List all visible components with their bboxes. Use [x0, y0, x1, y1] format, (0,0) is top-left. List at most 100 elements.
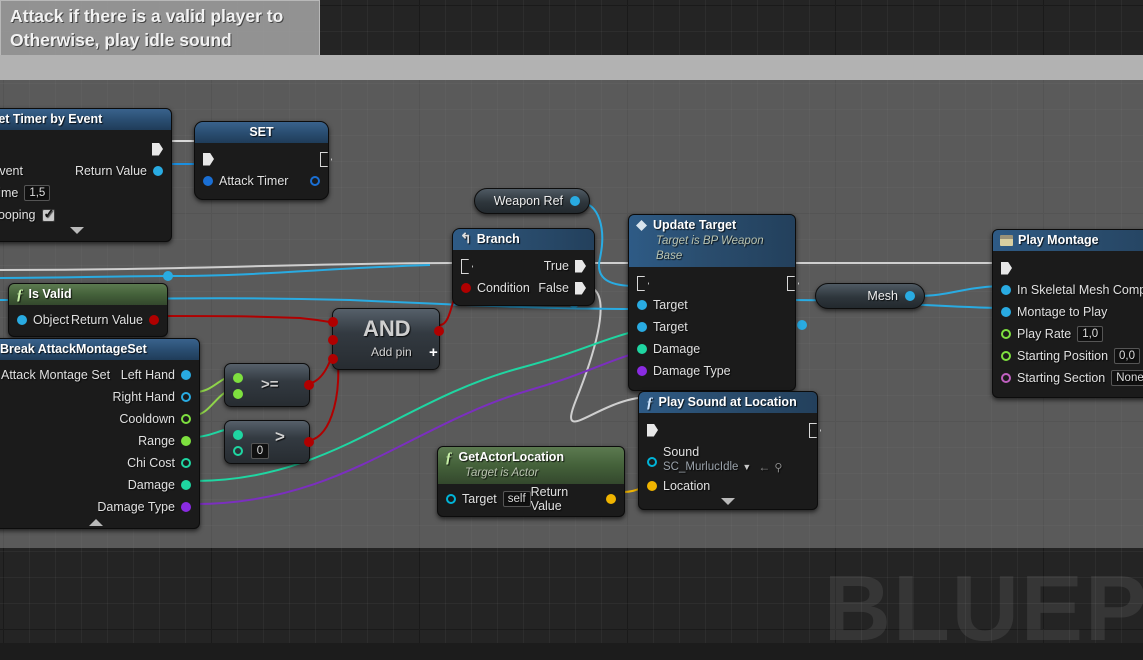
pin-chi-cost[interactable]: [181, 458, 191, 468]
node-row-variable[interactable]: Attack Timer: [195, 170, 328, 192]
pin-gt-a[interactable]: [233, 430, 243, 440]
node-header[interactable]: SET: [195, 122, 328, 143]
node-header[interactable]: ↰ Branch: [453, 229, 594, 250]
looping-checkbox[interactable]: [41, 206, 55, 222]
node-row-time[interactable]: Time 1,5: [0, 182, 171, 204]
node-row-chi-cost[interactable]: Chi Cost: [0, 452, 199, 474]
node-row-condition-false[interactable]: Condition False: [453, 277, 594, 299]
plus-icon[interactable]: +: [429, 344, 438, 361]
pin-target[interactable]: [446, 494, 456, 504]
comment-box-header[interactable]: [0, 55, 1143, 80]
node-row-damage-type[interactable]: Damage Type: [629, 360, 795, 382]
exec-in-icon[interactable]: [203, 152, 214, 166]
node-row-exec[interactable]: [0, 138, 171, 160]
pin-cooldown[interactable]: [181, 414, 191, 424]
node-boolean-and[interactable]: AND Add pin +: [328, 308, 444, 370]
pin-damage-type[interactable]: [637, 366, 647, 376]
node-header[interactable]: ƒ Is Valid: [9, 284, 167, 305]
node-greater-equal[interactable]: >=: [224, 363, 314, 407]
node-header[interactable]: ƒ GetActorLocation Target is Actor: [438, 447, 624, 484]
node-header[interactable]: Update Target Target is BP Weapon Base: [629, 215, 795, 267]
node-row-exec[interactable]: [639, 419, 817, 441]
pin-location[interactable]: [647, 481, 657, 491]
node-row-damage-type[interactable]: Damage Type: [0, 496, 199, 518]
node-mesh-variable[interactable]: Mesh: [815, 283, 925, 309]
node-row-starting-position[interactable]: Starting Position 0,0: [993, 345, 1143, 367]
node-row-exec[interactable]: [195, 148, 328, 170]
node-row-right-hand[interactable]: Right Hand: [0, 386, 199, 408]
pin-in-skeletal-mesh-componen[interactable]: [1001, 285, 1011, 295]
expand-collapse-down-icon[interactable]: [70, 227, 84, 234]
gt-value-field[interactable]: 0: [251, 443, 269, 459]
target-value-field[interactable]: self: [502, 491, 531, 507]
pin-gt-b[interactable]: [233, 446, 243, 456]
node-header[interactable]: ƒ Play Sound at Location: [639, 392, 817, 413]
pin-gte-a[interactable]: [233, 373, 243, 383]
chevron-down-icon[interactable]: ▼: [742, 462, 751, 472]
exec-out-false-icon[interactable]: [575, 281, 586, 295]
browse-asset-icon[interactable]: ⚲: [774, 461, 782, 474]
expand-collapse-down-icon[interactable]: [721, 498, 735, 505]
node-header[interactable]: Break AttackMontageSet: [0, 339, 199, 360]
node-row-in-skeletal-mesh-componen[interactable]: In Skeletal Mesh Componen: [993, 279, 1143, 301]
node-row-sound[interactable]: Sound SC_MurlucIdle ▼ ← ⚲: [639, 441, 817, 475]
node-row-exec[interactable]: [993, 257, 1143, 279]
pin-attack-timer-in[interactable]: [203, 176, 213, 186]
node-play-montage[interactable]: Play Montage In Skeletal Mesh Componen Mo…: [992, 229, 1143, 398]
node-row-event[interactable]: Event Return Value: [0, 160, 171, 182]
node-set-attack-timer[interactable]: SET Attack Timer: [194, 121, 329, 200]
time-value-field[interactable]: 1,5: [24, 185, 51, 201]
pin-return-value[interactable]: [153, 166, 163, 176]
node-row-montage-to-play[interactable]: Montage to Play: [993, 301, 1143, 323]
add-pin-label[interactable]: Add pin: [371, 345, 412, 359]
pin-starting-position[interactable]: [1001, 351, 1011, 361]
starting-section-value-field[interactable]: None: [1111, 370, 1143, 386]
exec-out-icon[interactable]: [152, 142, 163, 156]
node-branch[interactable]: ↰ Branch True Condition False: [452, 228, 595, 306]
node-row-exec[interactable]: [629, 272, 795, 294]
pin-gte-b[interactable]: [233, 389, 243, 399]
pin-and-c[interactable]: [328, 354, 338, 364]
pin-weapon-ref-out[interactable]: [570, 196, 580, 206]
pin-and-result[interactable]: [434, 326, 444, 336]
blueprint-graph-canvas[interactable]: Set Timer by Event Event Return Value Ti…: [0, 0, 1143, 655]
pin-gte-result[interactable]: [304, 380, 314, 390]
pin-target[interactable]: [637, 322, 647, 332]
pin-damage[interactable]: [181, 480, 191, 490]
pin-left-hand[interactable]: [181, 370, 191, 380]
node-get-actor-location[interactable]: ƒ GetActorLocation Target is Actor Targe…: [437, 446, 625, 517]
node-row-target[interactable]: Target: [629, 316, 795, 338]
exec-in-icon[interactable]: [1001, 261, 1012, 275]
pin-starting-section[interactable]: [1001, 373, 1011, 383]
comment-box-attack-note[interactable]: Attack if there is a valid player to Oth…: [0, 0, 320, 58]
starting-position-value-field[interactable]: 0,0: [1114, 348, 1141, 364]
node-row-damage[interactable]: Damage: [629, 338, 795, 360]
pin-right-hand[interactable]: [181, 392, 191, 402]
expand-collapse-up-icon[interactable]: [89, 519, 103, 526]
pin-sound[interactable]: [647, 457, 657, 467]
pin-target[interactable]: [637, 300, 647, 310]
pin-montage-to-play[interactable]: [1001, 307, 1011, 317]
pin-return-value[interactable]: [606, 494, 616, 504]
node-row-damage[interactable]: Damage: [0, 474, 199, 496]
node-is-valid[interactable]: ƒ Is Valid Object Return Value: [8, 283, 168, 337]
node-set-timer-by-event[interactable]: Set Timer by Event Event Return Value Ti…: [0, 108, 172, 242]
node-weapon-ref-variable[interactable]: Weapon Ref: [474, 188, 590, 214]
pin-gt-result[interactable]: [304, 437, 314, 447]
node-row-target[interactable]: Target self Return Value: [438, 485, 624, 513]
pin-damage-type[interactable]: [181, 502, 191, 512]
pin-attack-timer-out[interactable]: [310, 176, 320, 186]
play-rate-value-field[interactable]: 1,0: [1077, 326, 1104, 342]
node-header[interactable]: Play Montage: [993, 230, 1143, 251]
pin-condition[interactable]: [461, 283, 471, 293]
pin-range[interactable]: [181, 436, 191, 446]
node-row-starting-section[interactable]: Starting Section None: [993, 367, 1143, 389]
pin-damage[interactable]: [637, 344, 647, 354]
node-row-location[interactable]: Location: [639, 475, 817, 497]
node-header[interactable]: Set Timer by Event: [0, 109, 171, 130]
node-row-object[interactable]: Object Return Value: [9, 309, 167, 331]
exec-in-icon[interactable]: [647, 423, 658, 437]
node-row-range[interactable]: Range: [0, 430, 199, 452]
exec-out-true-icon[interactable]: [575, 259, 586, 273]
node-break-attack-montage-set[interactable]: Break AttackMontageSet Attack Montage Se…: [0, 338, 200, 529]
